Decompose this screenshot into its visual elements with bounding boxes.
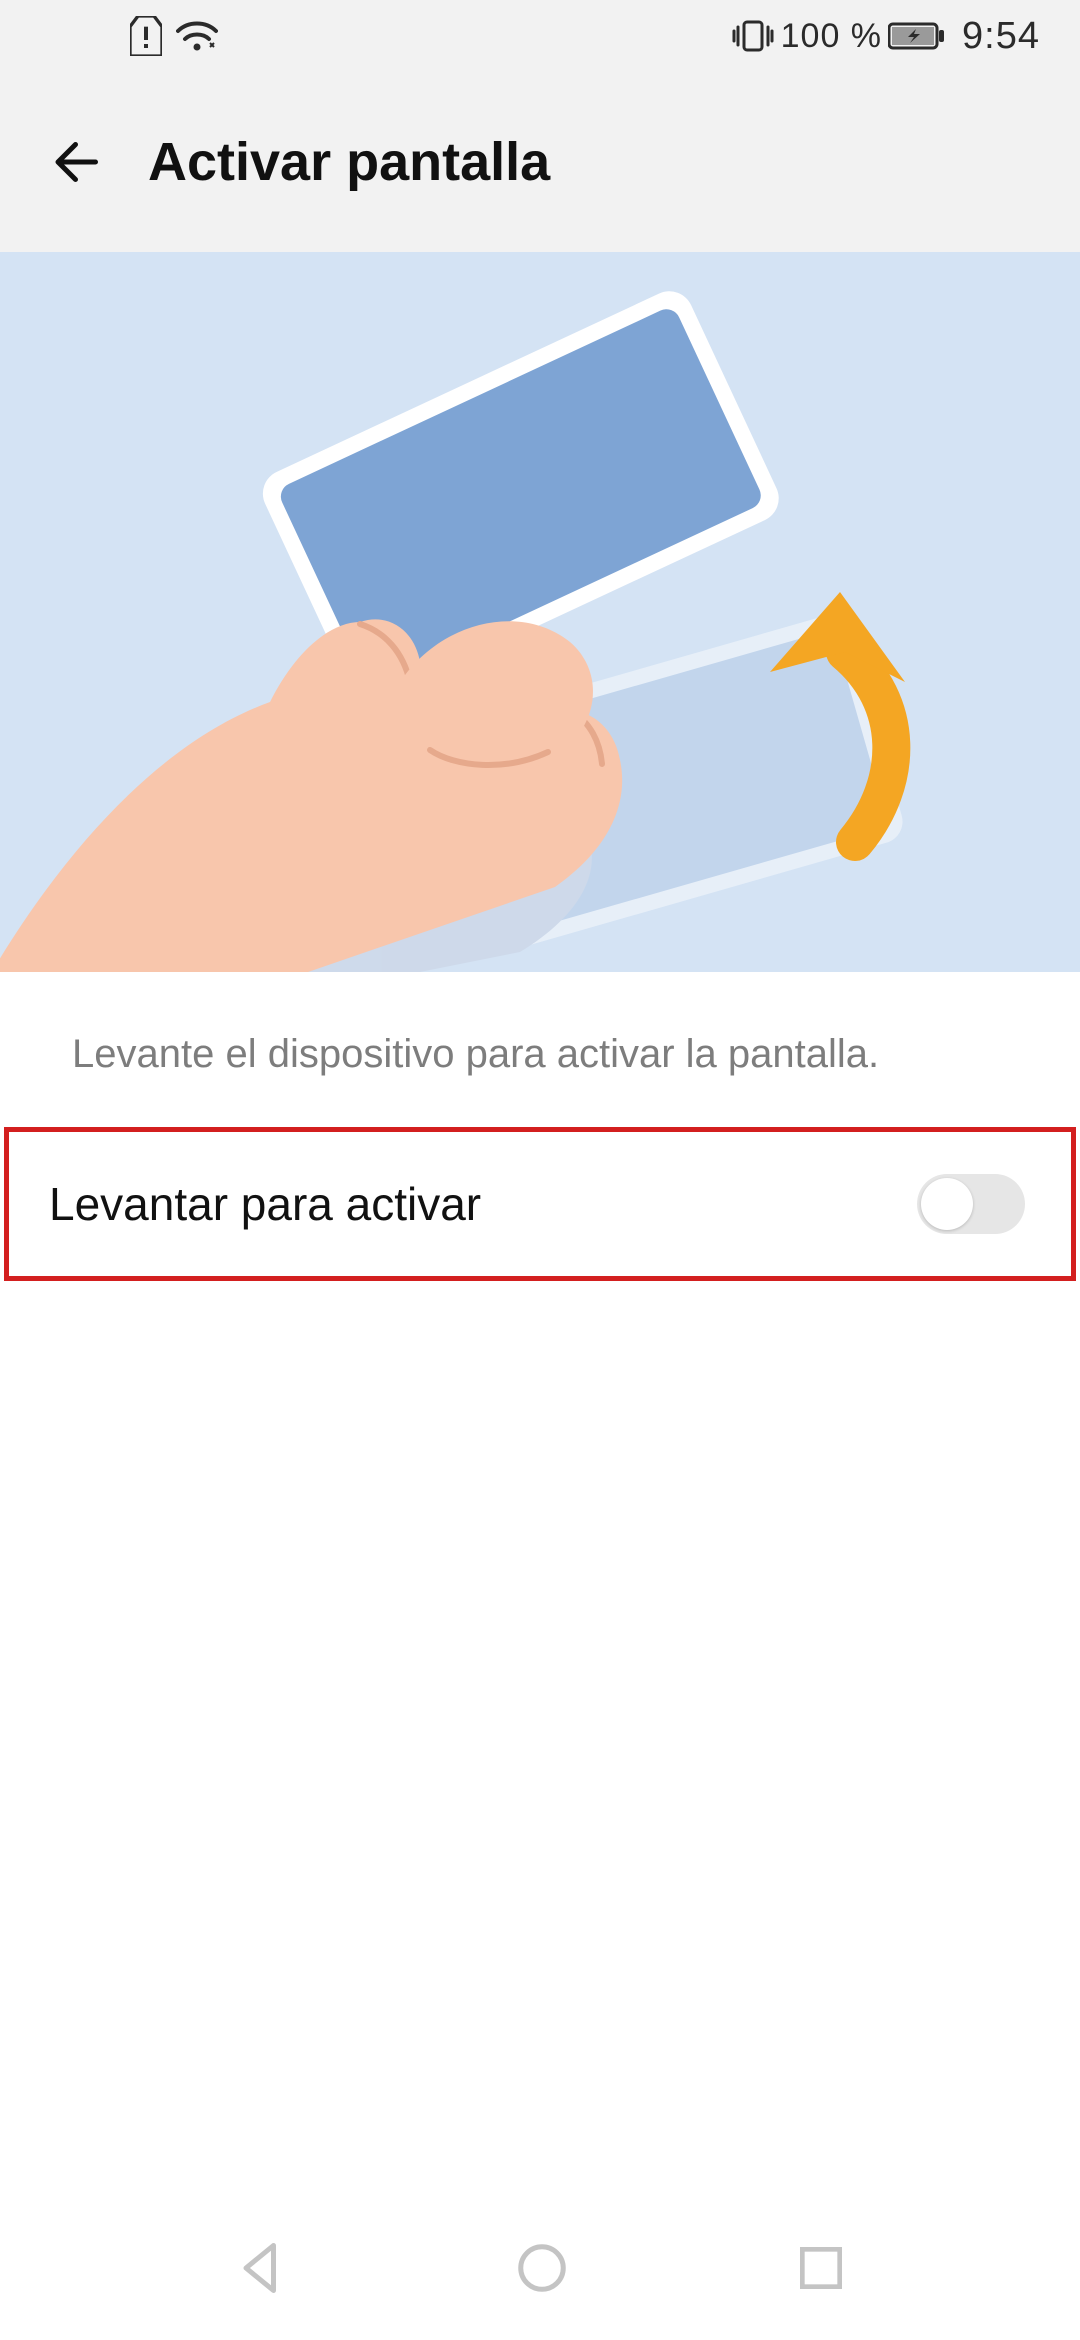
raise-to-wake-row[interactable]: Levantar para activar: [9, 1132, 1071, 1276]
status-left: [130, 16, 218, 56]
sim-alert-icon: [130, 16, 162, 56]
raise-to-wake-toggle[interactable]: [917, 1174, 1025, 1234]
raise-to-wake-illustration: [0, 252, 1080, 972]
wifi-icon: [176, 19, 218, 53]
status-right: 100 % 9:54: [731, 15, 1040, 58]
clock: 9:54: [962, 15, 1040, 58]
nav-home-icon[interactable]: [512, 2238, 572, 2303]
page-title: Activar pantalla: [148, 131, 550, 193]
navigation-bar: [0, 2200, 1080, 2340]
toggle-knob: [921, 1178, 973, 1230]
setting-label: Levantar para activar: [49, 1177, 481, 1231]
app-bar: Activar pantalla: [0, 72, 1080, 252]
nav-recent-icon[interactable]: [793, 2240, 849, 2301]
vibrate-icon: [731, 19, 775, 53]
setting-description: Levante el dispositivo para activar la p…: [0, 972, 1080, 1127]
nav-back-icon[interactable]: [231, 2238, 291, 2303]
back-icon[interactable]: [48, 132, 108, 192]
battery-charging-icon: [888, 21, 946, 51]
battery-percent: 100 %: [781, 17, 882, 56]
status-bar: 100 % 9:54: [0, 0, 1080, 72]
highlight-box: Levantar para activar: [4, 1127, 1076, 1281]
